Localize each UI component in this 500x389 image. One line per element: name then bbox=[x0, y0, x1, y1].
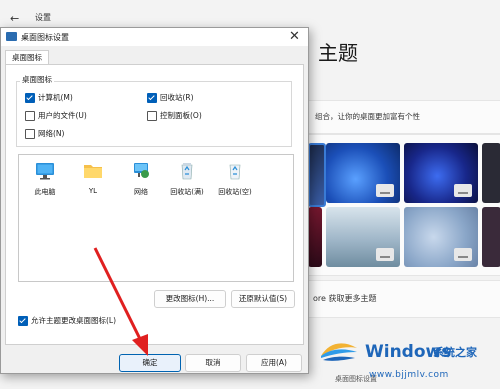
theme-thumb[interactable] bbox=[326, 143, 400, 203]
checkbox-recycle-bin[interactable]: 回收站(R) bbox=[147, 92, 194, 103]
icon-item-label: 回收站(满) bbox=[170, 188, 204, 196]
icon-item-recycle-full[interactable]: 回收站(满) bbox=[165, 161, 209, 197]
icon-item-user-folder[interactable]: YL bbox=[71, 161, 115, 195]
theme-preview-icon bbox=[454, 184, 472, 197]
theme-thumb[interactable] bbox=[404, 207, 478, 267]
theme-preview-icon bbox=[376, 248, 394, 261]
theme-thumb[interactable] bbox=[404, 143, 478, 203]
theme-thumb[interactable] bbox=[482, 143, 500, 203]
checkbox-computer[interactable]: 计算机(M) bbox=[25, 92, 73, 103]
icon-item-label: 回收站(空) bbox=[218, 188, 252, 196]
theme-description: 组合，让你的桌面更加富有个性 bbox=[315, 112, 420, 121]
tab-desktop-icons[interactable]: 桌面图标 bbox=[5, 50, 49, 65]
icon-item-label: 此电脑 bbox=[34, 188, 56, 196]
checkbox-box[interactable] bbox=[147, 110, 157, 121]
checkbox-label: 控制面板(O) bbox=[160, 111, 202, 120]
checkbox-network[interactable]: 网络(N) bbox=[25, 128, 64, 139]
dialog-title: 桌面图标设置 bbox=[21, 33, 69, 42]
checkbox-box-checked[interactable] bbox=[18, 315, 28, 326]
checkbox-label: 回收站(R) bbox=[160, 93, 194, 102]
theme-preview-icon bbox=[376, 184, 394, 197]
dialog-titlebar: 桌面图标设置 ✕ bbox=[1, 28, 308, 46]
back-arrow-icon[interactable]: ← bbox=[10, 12, 19, 25]
folder-icon bbox=[84, 165, 102, 178]
windows-logo-icon bbox=[321, 343, 357, 361]
ok-button[interactable]: 确定 bbox=[119, 354, 181, 372]
settings-title: 设置 bbox=[35, 13, 51, 22]
icon-item-label: YL bbox=[88, 187, 98, 195]
get-more-themes-label: ore 获取更多主题 bbox=[313, 294, 377, 303]
theme-thumb-selected[interactable] bbox=[308, 143, 326, 207]
apply-button[interactable]: 应用(A) bbox=[246, 354, 302, 372]
checkbox-box-checked[interactable] bbox=[147, 92, 157, 103]
monitor-icon bbox=[36, 163, 54, 180]
watermark-site-name: 系统之家 bbox=[433, 346, 477, 359]
icon-item-recycle-empty[interactable]: 回收站(空) bbox=[213, 161, 257, 197]
change-icon-button[interactable]: 更改图标(H)... bbox=[154, 290, 226, 308]
recycle-bin-full-icon bbox=[181, 163, 193, 180]
theme-preview-icon bbox=[454, 248, 472, 261]
theme-thumb[interactable] bbox=[482, 207, 500, 267]
cancel-button[interactable]: 取消 bbox=[185, 354, 241, 372]
checkbox-box-checked[interactable] bbox=[25, 92, 35, 103]
close-icon[interactable]: ✕ bbox=[289, 29, 300, 44]
checkbox-allow-themes[interactable]: 允许主题更改桌面图标(L) bbox=[18, 315, 116, 326]
theme-thumb[interactable] bbox=[308, 207, 322, 267]
theme-gallery bbox=[305, 134, 500, 276]
theme-thumb[interactable] bbox=[326, 207, 400, 267]
icon-item-network[interactable]: 网络 bbox=[119, 161, 163, 197]
icon-list[interactable]: 此电脑 YL 网络 回收站(满) 回收站(空) bbox=[18, 154, 294, 282]
checkbox-user-files[interactable]: 用户的文件(U) bbox=[25, 110, 87, 121]
restore-default-button[interactable]: 还原默认值(S) bbox=[231, 290, 295, 308]
icon-item-this-pc[interactable]: 此电脑 bbox=[23, 161, 67, 197]
group-label: 桌面图标 bbox=[20, 74, 54, 85]
checkbox-label: 计算机(M) bbox=[38, 93, 73, 102]
checkbox-box[interactable] bbox=[25, 110, 35, 121]
checkbox-box[interactable] bbox=[25, 128, 35, 139]
checkbox-control-panel[interactable]: 控制面板(O) bbox=[147, 110, 202, 121]
network-icon bbox=[134, 163, 149, 178]
desktop-icon-settings-dialog: 桌面图标设置 ✕ 桌面图标 桌面图标 计算机(M) 回收站(R) 用户的文件(U… bbox=[0, 27, 309, 374]
dialog-app-icon bbox=[6, 32, 17, 41]
tab-panel: 桌面图标 计算机(M) 回收站(R) 用户的文件(U) 控制面板(O) 网络(N… bbox=[5, 64, 304, 345]
watermark-url: www.bjjmlv.com bbox=[369, 370, 449, 380]
icon-item-label: 网络 bbox=[134, 188, 148, 196]
checkbox-label: 用户的文件(U) bbox=[38, 111, 87, 120]
checkbox-label: 允许主题更改桌面图标(L) bbox=[31, 316, 117, 325]
checkbox-label: 网络(N) bbox=[38, 129, 65, 138]
recycle-bin-empty-icon bbox=[229, 164, 241, 180]
watermark: Windows 系统之家 www.bjjmlv.com bbox=[307, 330, 500, 389]
page-heading: 主题 bbox=[318, 41, 358, 65]
